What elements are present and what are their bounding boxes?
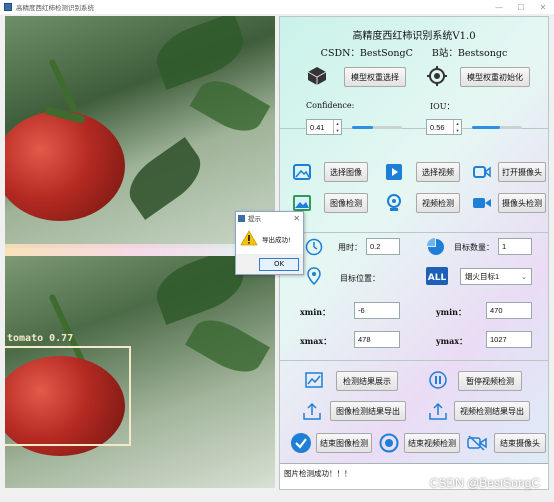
location-pin-icon	[304, 266, 324, 286]
confidence-slider-fill	[352, 126, 373, 129]
close-button[interactable]: ✕	[532, 3, 554, 12]
source-section: 选择图像 选择视频 打开摄像头 图像检测 视频检测 摄像头检测	[280, 143, 548, 233]
window-title: 高精度西红柿检测识别系统	[16, 4, 94, 12]
xmin-field[interactable]: -6	[354, 302, 400, 319]
control-panel: 高精度西红柿识别系统V1.0 CSDN：BestSongC B站：Bestson…	[279, 16, 549, 490]
confidence-slider[interactable]	[352, 126, 402, 129]
timer-icon	[304, 237, 324, 257]
bilibili-label: B站：Bestsongc	[431, 48, 508, 59]
ymin-field[interactable]: 470	[486, 302, 532, 319]
watermark: CSDN @BestSongC	[429, 476, 540, 490]
target-icon	[426, 65, 448, 87]
app-icon	[238, 214, 245, 222]
dialog-body: 导出成功!	[236, 224, 303, 254]
system-title: 高精度西红柿识别系统V1.0	[352, 31, 476, 42]
camera-off-icon	[466, 432, 488, 454]
iou-value: 0.56	[430, 122, 445, 132]
dialog-title: 提示	[248, 215, 261, 223]
line-chart-icon	[304, 370, 324, 390]
stats-section: 用时： 0.2 目标数量： 1 目标位置： ALL 烟火目标1 ⌄ xmin： …	[280, 233, 548, 361]
count-field[interactable]: 1	[498, 238, 532, 255]
count-label: 目标数量：	[454, 243, 494, 252]
warning-icon	[240, 229, 258, 249]
model-select-button[interactable]: 模型权重选择	[344, 67, 406, 87]
message-dialog: 提示 ✕ 导出成功! OK	[235, 211, 304, 275]
ymin-label: ymin：	[436, 307, 466, 317]
spin-arrows-icon[interactable]: ▲ ▼	[333, 120, 341, 134]
gallery-icon	[292, 193, 312, 213]
camera-record-icon	[472, 193, 492, 213]
open-camera-button[interactable]: 打开摄像头	[498, 162, 546, 182]
video-camera-icon	[472, 162, 492, 182]
xmax-label: xmax：	[300, 336, 332, 346]
iou-slider[interactable]	[472, 126, 522, 129]
app-icon	[4, 3, 12, 11]
position-label: 目标位置：	[340, 274, 380, 283]
dialog-message: 导出成功!	[262, 236, 291, 244]
image-icon	[292, 162, 312, 182]
xmin-label: xmin：	[300, 307, 331, 317]
window-titlebar: 高精度西红柿检测识别系统 — ☐ ✕	[0, 0, 554, 14]
all-icon: ALL	[426, 266, 448, 286]
end-camera-button[interactable]: 结束摄像头	[494, 433, 546, 453]
csdn-label: CSDN：BestSongC	[320, 48, 413, 59]
minimize-button[interactable]: —	[488, 3, 510, 12]
tomato-fruit	[5, 111, 125, 221]
actions-section: 检测结果展示 暂停视频检测 图像检测结果导出 视频检测结果导出 结束图像检测 结…	[280, 361, 548, 465]
detected-image-view: tomato 0.77	[5, 256, 275, 488]
maximize-button[interactable]: ☐	[510, 3, 532, 12]
header-section: 高精度西红柿识别系统V1.0 CSDN：BestSongC B站：Bestson…	[280, 17, 548, 135]
leaf-shape	[189, 71, 271, 141]
select-image-button[interactable]: 选择图像	[324, 162, 368, 182]
target-select-value: 烟火目标1	[465, 272, 500, 281]
confidence-spinbox[interactable]: 0.41 ▲ ▼	[306, 119, 342, 135]
dialog-titlebar: 提示 ✕	[236, 212, 303, 224]
check-circle-icon	[290, 432, 312, 454]
ymax-field[interactable]: 1027	[486, 331, 532, 348]
camera-detect-button[interactable]: 摄像头检测	[498, 193, 546, 213]
video-detect-button[interactable]: 视频检测	[416, 193, 460, 213]
leaf-shape	[119, 137, 211, 220]
iou-slider-fill	[472, 126, 500, 129]
export-image-button[interactable]: 图像检测结果导出	[330, 401, 406, 421]
cube-icon	[306, 65, 328, 87]
ok-button[interactable]: OK	[259, 257, 299, 271]
select-video-button[interactable]: 选择视频	[416, 162, 460, 182]
detection-label: tomato 0.77	[7, 333, 74, 344]
iou-spinbox[interactable]: 0.56 ▲ ▼	[426, 119, 462, 135]
spin-arrows-icon[interactable]: ▲ ▼	[453, 120, 461, 134]
dialog-close-button[interactable]: ✕	[293, 214, 300, 223]
dialog-footer: OK	[236, 254, 303, 274]
svg-text:ALL: ALL	[428, 273, 447, 283]
upload-icon	[428, 401, 448, 421]
iou-label: IOU：	[430, 102, 455, 111]
pause-icon	[428, 370, 448, 390]
time-label: 用时：	[338, 243, 362, 252]
confidence-value: 0.41	[310, 122, 325, 132]
leaf-shape	[185, 309, 270, 383]
leaf-shape	[149, 16, 251, 90]
image-detect-button[interactable]: 图像检测	[324, 193, 368, 213]
video-play-icon	[384, 162, 404, 182]
author-line: CSDN：BestSongC B站：Bestsongc	[280, 45, 548, 59]
upload-icon	[302, 401, 322, 421]
webcam-icon	[384, 193, 404, 213]
chevron-down-icon: ⌄	[521, 274, 527, 281]
model-init-button[interactable]: 模型权重初始化	[460, 67, 530, 87]
time-field[interactable]: 0.2	[366, 238, 400, 255]
confidence-label: Confidence:	[306, 101, 355, 110]
end-image-button[interactable]: 结束图像检测	[316, 433, 372, 453]
xmax-field[interactable]: 478	[354, 331, 400, 348]
stop-icon	[378, 432, 400, 454]
pause-video-button[interactable]: 暂停视频检测	[458, 371, 522, 391]
target-select[interactable]: 烟火目标1 ⌄	[460, 268, 532, 285]
end-video-button[interactable]: 结束视频检测	[404, 433, 460, 453]
pie-chart-icon	[426, 237, 446, 257]
show-result-button[interactable]: 检测结果展示	[336, 371, 398, 391]
export-video-button[interactable]: 视频检测结果导出	[454, 401, 530, 421]
window-controls: — ☐ ✕	[488, 3, 554, 12]
detection-bbox	[5, 346, 131, 446]
ymax-label: ymax：	[436, 336, 468, 346]
